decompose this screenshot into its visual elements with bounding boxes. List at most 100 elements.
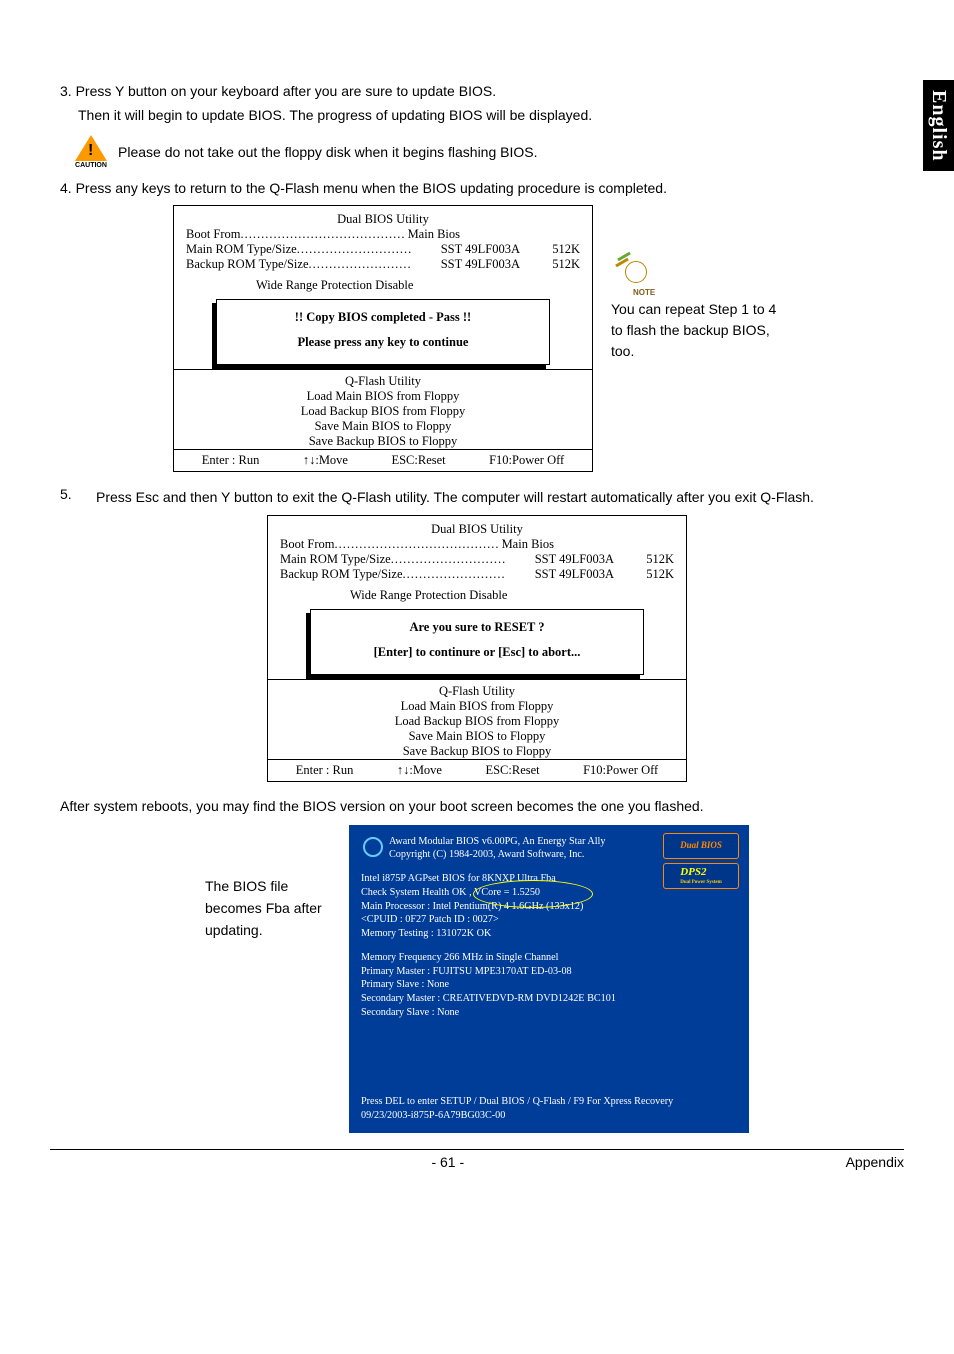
step-3-line2: Then it will begin to update BIOS. The p… [78, 104, 904, 126]
note-block: NOTE You can repeat Step 1 to 4 to flash… [611, 205, 781, 362]
bios-footer-bar: Enter : Run ↑↓:Move ESC:Reset F10:Power … [174, 449, 592, 471]
message-overlay-2: Are you sure to RESET ? [Enter] to conti… [310, 609, 644, 675]
backup-rom-value: SST 49LF003A [441, 257, 520, 272]
step-3: 3. Press Y button on your keyboard after… [60, 80, 904, 127]
boot-line: Primary Slave : None [361, 978, 737, 992]
boot-from-value: Main Bios [502, 537, 554, 552]
badge-subtext: Dual Power System [680, 880, 722, 887]
backup-rom-row: Backup ROM Type/Size ...................… [186, 257, 580, 272]
message-overlay-1: !! Copy BIOS completed - Pass !! Please … [216, 299, 550, 365]
menu-item: Save Main BIOS to Floppy [268, 729, 686, 744]
bios-dialog-2: Dual BIOS Utility Boot From ............… [267, 515, 687, 782]
after-reboot-text: After system reboots, you may find the B… [60, 796, 894, 817]
dual-bios-badge: Dual BIOS [663, 833, 739, 859]
overlay-line-2: [Enter] to continure or [Esc] to abort..… [319, 645, 635, 660]
dots: ......................... [309, 257, 441, 272]
step-4: 4. Press any keys to return to the Q-Fla… [60, 177, 904, 199]
overlay-line-1: !! Copy BIOS completed - Pass !! [225, 310, 541, 325]
boot-line: <CPUID : 0F27 Patch ID : 0027> [361, 913, 737, 927]
wide-range: Wide Range Protection Disable [256, 278, 580, 293]
main-rom-size: 512K [520, 242, 580, 257]
foot-move: ↑↓:Move [303, 453, 348, 468]
dots: ............................ [391, 552, 535, 567]
step-4-text: 4. Press any keys to return to the Q-Fla… [60, 177, 904, 199]
note-icon [611, 255, 651, 289]
menu-item: Save Main BIOS to Floppy [174, 419, 592, 434]
step-3-line1: 3. Press Y button on your keyboard after… [60, 80, 904, 102]
dots: ........................................ [335, 537, 502, 552]
fba-highlight-circle [473, 880, 593, 908]
note-text: You can repeat Step 1 to 4 to flash the … [611, 299, 781, 362]
caution-block: CAUTION Please do not take out the flopp… [70, 135, 904, 169]
foot-f10: F10:Power Off [583, 763, 658, 778]
foot-enter: Enter : Run [296, 763, 354, 778]
boot-line: Copyright (C) 1984-2003, Award Software,… [389, 848, 605, 862]
boot-line: Secondary Master : CREATIVEDVD-RM DVD124… [361, 992, 737, 1006]
badge-text: DPS2 [680, 866, 706, 878]
boot-line: Secondary Slave : None [361, 1006, 737, 1020]
boot-from-row: Boot From ..............................… [280, 537, 674, 552]
step-5-text: Press Esc and then Y button to exit the … [96, 486, 904, 508]
boot-line: Press DEL to enter SETUP / Dual BIOS / Q… [361, 1095, 737, 1109]
backup-rom-label: Backup ROM Type/Size [186, 257, 309, 272]
main-rom-value: SST 49LF003A [535, 552, 614, 567]
bios-title: Dual BIOS Utility [280, 522, 674, 537]
backup-rom-size: 512K [520, 257, 580, 272]
qflash-title: Q-Flash Utility [174, 369, 592, 389]
bios-dialog-1: Dual BIOS Utility Boot From ............… [173, 205, 593, 472]
caution-label: CAUTION [70, 162, 112, 169]
dots: ........................................ [241, 227, 408, 242]
backup-rom-label: Backup ROM Type/Size [280, 567, 403, 582]
main-rom-label: Main ROM Type/Size [280, 552, 391, 567]
page-footer: - 61 - Appendix [50, 1149, 904, 1170]
dps-badge: DPS2 Dual Power System [663, 863, 739, 889]
section-name: Appendix [846, 1154, 904, 1170]
foot-esc: ESC:Reset [485, 763, 539, 778]
boot-line: Memory Testing : 131072K OK [361, 927, 737, 941]
dots: ......................... [403, 567, 535, 582]
qflash-title: Q-Flash Utility [268, 679, 686, 699]
step-5-num: 5. [60, 486, 96, 508]
boot-from-label: Boot From [186, 227, 241, 242]
foot-move: ↑↓:Move [397, 763, 442, 778]
main-rom-row: Main ROM Type/Size .....................… [186, 242, 580, 257]
menu-item: Load Backup BIOS from Floppy [174, 404, 592, 419]
award-icon [361, 835, 381, 859]
menu-item: Save Backup BIOS to Floppy [268, 744, 686, 759]
boot-line: Memory Frequency 266 MHz in Single Chann… [361, 951, 737, 965]
backup-rom-row: Backup ROM Type/Size ...................… [280, 567, 674, 582]
menu-item: Save Backup BIOS to Floppy [174, 434, 592, 449]
caution-text: Please do not take out the floppy disk w… [118, 144, 537, 160]
dots: ............................ [297, 242, 441, 257]
overlay-line-1: Are you sure to RESET ? [319, 620, 635, 635]
boot-line: 09/23/2003-i875P-6A79BG03C-00 [361, 1109, 737, 1123]
menu-item: Load Main BIOS from Floppy [174, 389, 592, 404]
qflash-menu: Load Main BIOS from Floppy Load Backup B… [174, 389, 592, 449]
bios-title: Dual BIOS Utility [186, 212, 580, 227]
boot-screen: Award Modular BIOS v6.00PG, An Energy St… [349, 825, 749, 1133]
page-number: - 61 - [431, 1154, 464, 1170]
bios-footer-bar: Enter : Run ↑↓:Move ESC:Reset F10:Power … [268, 759, 686, 781]
boot-from-label: Boot From [280, 537, 335, 552]
foot-esc: ESC:Reset [391, 453, 445, 468]
main-rom-value: SST 49LF003A [441, 242, 520, 257]
badge-text: Dual BIOS [680, 839, 722, 851]
main-rom-label: Main ROM Type/Size [186, 242, 297, 257]
caution-icon: CAUTION [70, 135, 112, 169]
boot-line: Award Modular BIOS v6.00PG, An Energy St… [389, 835, 605, 849]
note-label: NOTE [633, 287, 781, 299]
boot-badges: Dual BIOS DPS2 Dual Power System [663, 833, 739, 893]
qflash-menu: Load Main BIOS from Floppy Load Backup B… [268, 699, 686, 759]
boot-from-value: Main Bios [408, 227, 460, 242]
boot-side-note: The BIOS file becomes Fba after updating… [205, 825, 335, 1133]
backup-rom-value: SST 49LF003A [535, 567, 614, 582]
step-5: 5. Press Esc and then Y button to exit t… [50, 486, 904, 508]
main-rom-size: 512K [614, 552, 674, 567]
language-tab: English [923, 80, 954, 171]
overlay-line-2: Please press any key to continue [225, 335, 541, 350]
foot-f10: F10:Power Off [489, 453, 564, 468]
backup-rom-size: 512K [614, 567, 674, 582]
menu-item: Load Backup BIOS from Floppy [268, 714, 686, 729]
boot-line: Primary Master : FUJITSU MPE3170AT ED-03… [361, 965, 737, 979]
wide-range: Wide Range Protection Disable [350, 588, 674, 603]
